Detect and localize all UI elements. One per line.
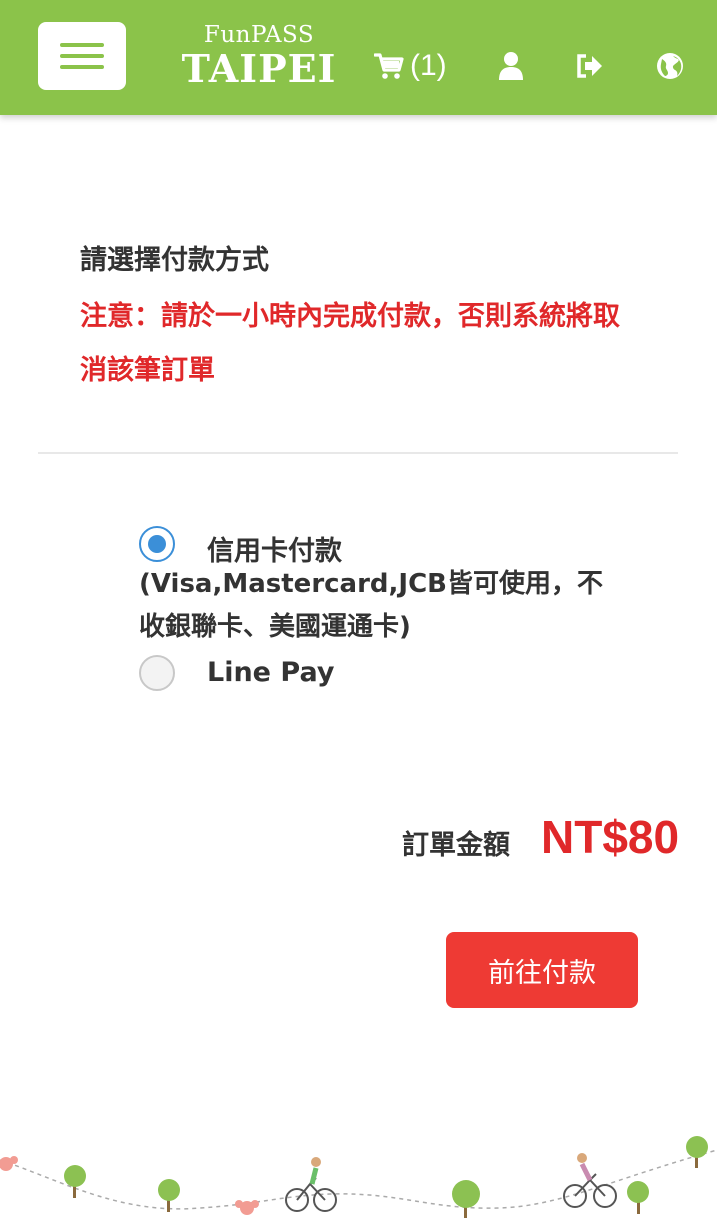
footer-decoration (0, 1136, 717, 1218)
proceed-to-payment-button[interactable]: 前往付款 (446, 932, 638, 1008)
funpass-taipei-logo[interactable]: FunPASS TAIPEI (178, 22, 340, 94)
menu-icon-bar-top (60, 43, 104, 47)
logo-top-text: FunPASS (203, 22, 315, 48)
order-total-amount: NT$80 (541, 811, 680, 863)
logout-icon[interactable] (574, 51, 604, 81)
payment-warning: 注意：請於一小時內完成付款，否則系統將取消該筆訂單 (80, 301, 620, 386)
globe-icon[interactable] (656, 52, 684, 80)
menu-icon-bar-middle (60, 54, 104, 58)
menu-button[interactable] (38, 22, 126, 90)
menu-icon-bar-bottom (60, 65, 104, 69)
line-pay-radio[interactable] (139, 655, 175, 691)
user-icon[interactable] (496, 51, 526, 81)
cart-count: (1) (410, 49, 447, 82)
cyclist-icon (285, 1153, 617, 1212)
cart-button[interactable]: (1) (374, 48, 447, 84)
cart-icon (374, 53, 404, 79)
top-navbar: FunPASS TAIPEI (1) (0, 0, 717, 115)
credit-card-note: (Visa,Mastercard,JCB皆可使用，不收銀聯卡、美國運通卡) (139, 569, 603, 642)
credit-card-radio[interactable] (139, 526, 175, 562)
order-total-label: 訂單金額 (402, 830, 510, 861)
payment-method-title: 請選擇付款方式 (80, 245, 269, 276)
section-divider (38, 452, 678, 454)
line-pay-label[interactable]: Line Pay (207, 657, 334, 688)
logo-bottom-text: TAIPEI (181, 46, 337, 91)
